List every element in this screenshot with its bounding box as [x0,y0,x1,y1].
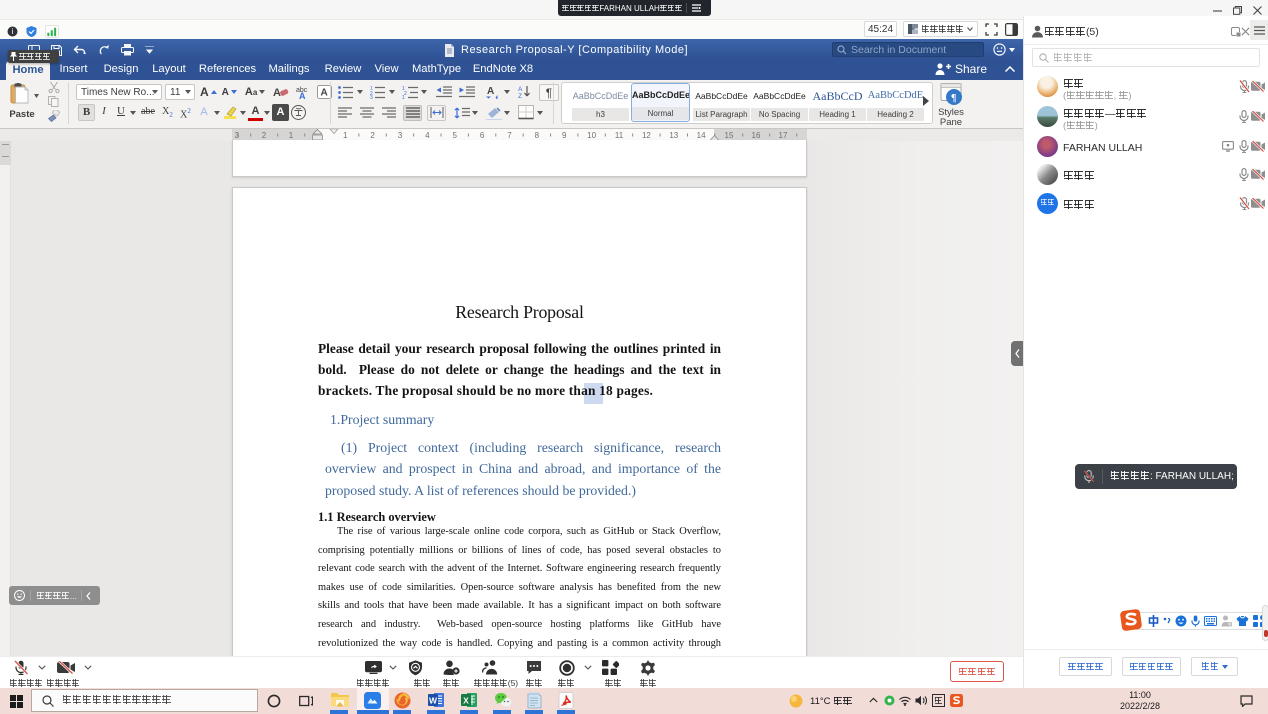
svg-text:13: 13 [669,131,678,140]
svg-text:15: 15 [725,131,734,140]
svg-text:16: 16 [752,131,761,140]
svg-text:10: 10 [587,131,596,140]
svg-text:4: 4 [425,131,430,140]
svg-text:2: 2 [262,131,267,140]
svg-text:W: W [429,696,438,706]
svg-text:14: 14 [697,131,706,140]
svg-text:3: 3 [370,95,373,99]
svg-text:1: 1 [289,131,294,140]
svg-text:A: A [299,91,306,99]
svg-text:A: A [273,87,281,98]
svg-text:A: A [518,86,523,93]
svg-text:Z: Z [518,93,522,99]
svg-text:11: 11 [615,131,624,140]
svg-text:7: 7 [507,131,512,140]
svg-text:A: A [321,88,328,99]
svg-text:X: X [463,696,469,706]
svg-text:i: i [12,27,14,36]
svg-text:2: 2 [370,131,375,140]
svg-text:17: 17 [779,131,788,140]
svg-text:1: 1 [402,95,405,99]
svg-text:8: 8 [535,131,540,140]
svg-text:9: 9 [562,131,567,140]
svg-text:1: 1 [343,131,348,140]
svg-text:6: 6 [480,131,485,140]
svg-text:12: 12 [642,131,651,140]
svg-text:3: 3 [398,131,403,140]
svg-text:A: A [487,86,494,97]
svg-text:¶: ¶ [951,93,956,104]
svg-text:5: 5 [452,131,457,140]
